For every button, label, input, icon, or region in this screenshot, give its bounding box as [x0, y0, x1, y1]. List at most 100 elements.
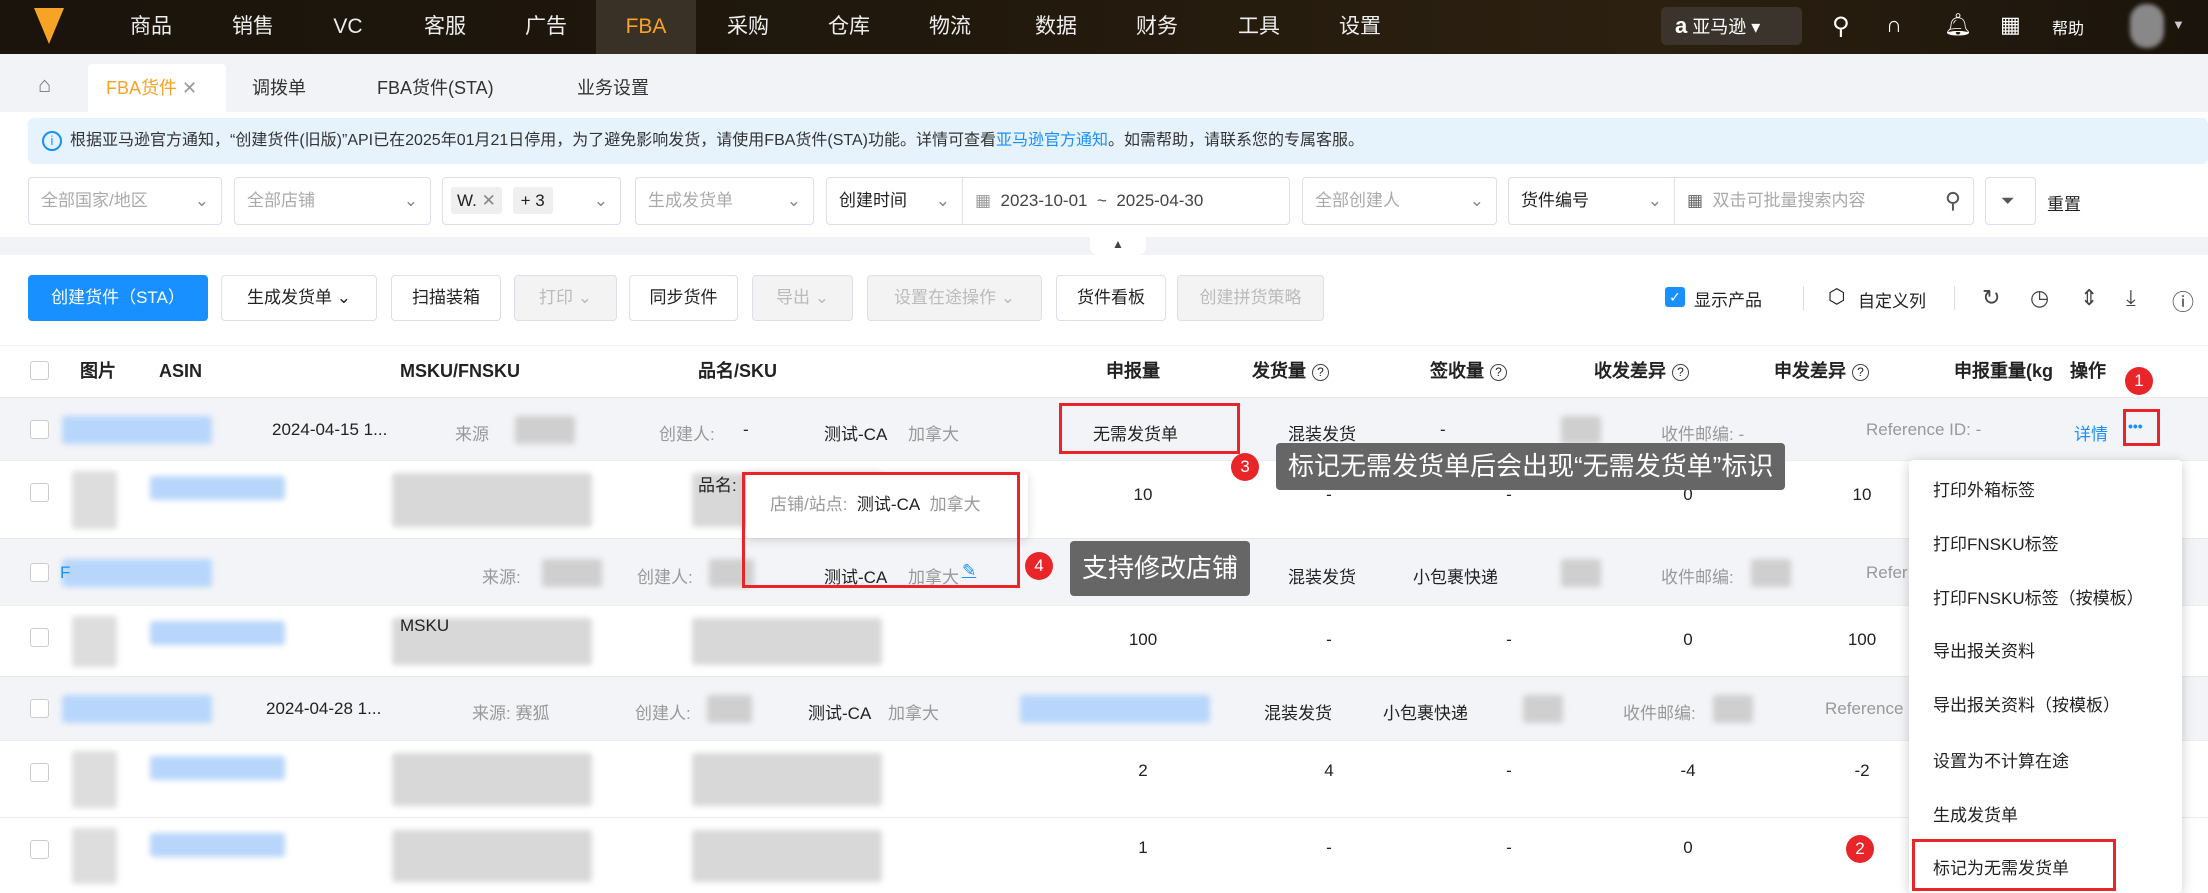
row-checkbox[interactable] — [30, 628, 49, 647]
search-type-select[interactable]: 货件编号 ⌄ — [1508, 177, 1675, 225]
row-checkbox[interactable] — [30, 699, 49, 718]
warehouse-multiselect[interactable]: W. ✕ + 3 ⌄ — [442, 177, 621, 225]
carrier: - — [1440, 419, 1446, 439]
asin-blurred[interactable] — [150, 621, 285, 645]
row-checkbox[interactable] — [30, 562, 49, 582]
help-icon[interactable]: ? — [1672, 363, 1689, 381]
nav-item[interactable]: 采购 — [727, 0, 769, 54]
help-icon[interactable]: ? — [1312, 363, 1329, 381]
date-range-picker[interactable]: ▦ 2023-10-01 ~ 2025-04-30 — [962, 177, 1290, 225]
clock-icon[interactable]: ◷ — [2030, 285, 2049, 311]
detail-link[interactable]: 详情 — [2074, 420, 2108, 445]
menu-item[interactable]: 设置为不计算在途 — [1933, 747, 2069, 772]
sync-shipment-button[interactable]: 同步货件 — [629, 275, 738, 321]
nav-item[interactable]: 物流 — [929, 0, 971, 54]
menu-item[interactable]: 导出报关资料 — [1933, 637, 2035, 662]
show-product-label[interactable]: 显示产品 — [1694, 286, 1762, 311]
help-link[interactable]: 帮助 — [2052, 15, 2084, 39]
annotation-badge-3: 3 — [1231, 453, 1259, 481]
selected-tag[interactable]: W. ✕ — [451, 187, 502, 214]
bell-icon[interactable]: 🔔︎ — [1944, 12, 1972, 38]
row-checkbox[interactable] — [30, 419, 49, 439]
close-icon[interactable]: ✕ — [482, 191, 496, 210]
home-icon[interactable]: ⌂ — [38, 72, 51, 98]
tab-fba-shipment[interactable]: FBA货件 ✕ — [88, 64, 226, 112]
show-product-checkbox[interactable]: ✓ — [1665, 287, 1685, 307]
shipment-id-blurred[interactable] — [62, 415, 212, 444]
tab-fba-sta[interactable]: FBA货件(STA) — [377, 64, 494, 112]
reference-id: Refer — [1866, 562, 1908, 582]
logo-icon[interactable] — [34, 8, 64, 44]
row-checkbox[interactable] — [30, 763, 49, 782]
creator-label: 创建人: — [659, 424, 715, 444]
menu-item[interactable]: 打印FNSKU标签（按模板） — [1933, 584, 2144, 609]
shop-select[interactable]: 全部店铺 ⌄ — [234, 177, 431, 225]
notice-link[interactable]: 亚马逊官方通知 — [996, 132, 1108, 149]
hexagon-gear-icon[interactable]: ⬡ — [1828, 284, 1845, 309]
help-icon[interactable]: ⓘ — [2172, 285, 2194, 317]
collapse-toggle[interactable]: ▲ — [1090, 233, 1146, 255]
reset-button[interactable]: 重置 — [2047, 190, 2081, 215]
tab-business-settings[interactable]: 业务设置 — [577, 64, 649, 112]
export-dropdown[interactable]: 导出 ⌄ — [752, 275, 853, 321]
asin-blurred[interactable] — [150, 476, 285, 500]
asin-blurred[interactable] — [150, 756, 285, 780]
search-icon[interactable]: ⚲ — [1945, 178, 1961, 224]
help-icon[interactable]: ? — [1490, 363, 1507, 381]
shipment-board-button[interactable]: 货件看板 — [1056, 275, 1166, 321]
advanced-filter-button[interactable]: ⏷ — [1985, 177, 2036, 225]
print-dropdown[interactable]: 打印 ⌄ — [514, 275, 617, 321]
menu-item[interactable]: 打印外箱标签 — [1933, 476, 2035, 501]
nav-item[interactable]: 数据 — [1035, 0, 1077, 54]
create-strategy-button[interactable]: 创建拼货策略 — [1177, 275, 1324, 321]
time-type-select[interactable]: 创建时间 ⌄ — [826, 177, 963, 225]
nav-item[interactable]: 销售 — [232, 0, 274, 54]
row-checkbox[interactable] — [30, 840, 49, 859]
shipment-id-blurred[interactable] — [62, 695, 212, 723]
create-shipment-sta-button[interactable]: 创建货件（STA） — [28, 275, 208, 321]
country-placeholder: 全部国家/地区 — [41, 191, 148, 210]
nav-item[interactable]: VC — [333, 0, 362, 54]
nav-item[interactable]: 仓库 — [828, 0, 870, 54]
menu-item[interactable]: 打印FNSKU标签 — [1933, 530, 2059, 555]
shipment-id-blurred[interactable] — [62, 558, 212, 587]
transit-ops-dropdown[interactable]: 设置在途操作 ⌄ — [867, 275, 1042, 321]
nav-item[interactable]: 商品 — [130, 0, 172, 54]
creator-select[interactable]: 全部创建人 ⌄ — [1302, 177, 1497, 225]
creator-placeholder: 全部创建人 — [1315, 191, 1400, 210]
nav-item[interactable]: 财务 — [1136, 0, 1178, 54]
nav-item[interactable]: 客服 — [424, 0, 466, 54]
divider — [1954, 286, 1955, 310]
nav-item[interactable]: 设置 — [1339, 0, 1381, 54]
menu-item[interactable]: 导出报关资料（按模板） — [1933, 691, 2120, 716]
scan-pack-button[interactable]: 扫描装箱 — [391, 275, 501, 321]
headset-icon[interactable]: ∩ — [1886, 12, 1902, 38]
gen-shipment-dropdown[interactable]: 生成发货单 ⌄ — [221, 275, 377, 321]
platform-selector[interactable]: a 亚马逊 ▾ — [1661, 7, 1802, 45]
nav-item[interactable]: 工具 — [1238, 0, 1280, 54]
row-height-icon[interactable]: ⇕ — [2080, 285, 2098, 311]
batch-grid-icon[interactable]: ▦ — [1687, 191, 1703, 210]
row-checkbox[interactable] — [30, 483, 49, 502]
help-icon[interactable]: ? — [1852, 363, 1869, 381]
qty-cell: 2 — [1138, 761, 1148, 780]
custom-columns-button[interactable]: 自定义列 — [1858, 287, 1926, 312]
gen-shipment-select[interactable]: 生成发货单 ⌄ — [635, 177, 814, 225]
apps-grid-icon[interactable]: ▦ — [2000, 12, 2021, 38]
close-icon[interactable]: ✕ — [182, 78, 197, 98]
country-select[interactable]: 全部国家/地区 ⌄ — [28, 177, 222, 225]
print-label: 打印 — [539, 288, 573, 307]
search-icon[interactable]: ⚲ — [1832, 12, 1850, 41]
refresh-icon[interactable]: ↻ — [1982, 285, 2000, 311]
tab-transfer[interactable]: 调拨单 — [252, 64, 306, 112]
menu-item[interactable]: 生成发货单 — [1933, 801, 2018, 826]
search-input[interactable]: ▦ 双击可批量搜索内容 ⚲ — [1674, 177, 1974, 225]
select-all-checkbox[interactable] — [30, 361, 49, 380]
asin-blurred[interactable] — [150, 833, 285, 857]
avatar-chevron-icon[interactable]: ▼ — [2172, 17, 2185, 32]
nav-item[interactable]: FBA — [596, 0, 696, 54]
nav-item[interactable]: 广告 — [525, 0, 567, 54]
avatar[interactable] — [2130, 4, 2164, 48]
download-icon[interactable]: ⤓ — [2126, 285, 2136, 311]
shipment-id[interactable]: F — [60, 563, 70, 583]
